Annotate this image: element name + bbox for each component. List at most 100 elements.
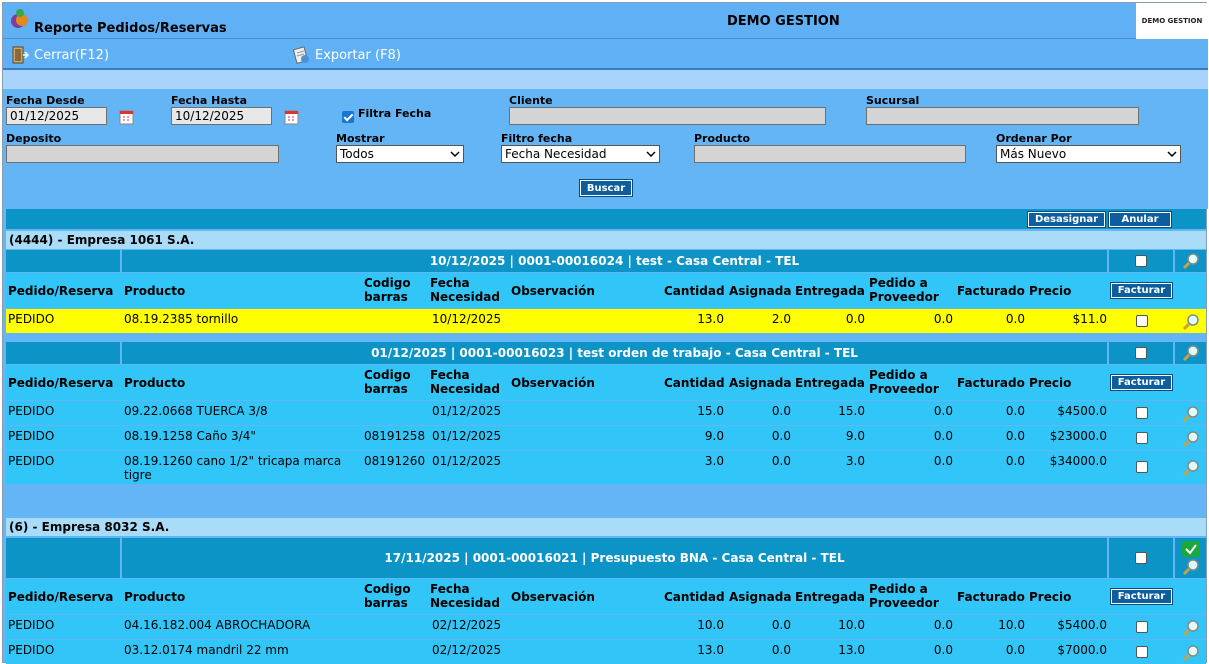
cell-pedido-proveedor: 0.0 — [933, 618, 953, 632]
table-row[interactable]: PEDIDO 08.19.1258 Caño 3/4" 08191258 01/… — [6, 426, 1206, 450]
export-button[interactable]: Exportar (F8) — [291, 45, 401, 65]
row-checkbox[interactable] — [1136, 461, 1148, 473]
magnifier-icon[interactable] — [1182, 313, 1200, 331]
filtra-fecha-label: Filtra Fecha — [358, 107, 432, 120]
facturar-button[interactable]: Facturar — [1110, 374, 1173, 391]
col-pp-l2: Proveedor — [869, 290, 939, 304]
cell-producto: 04.16.182.004 ABROCHADORA — [124, 618, 311, 632]
chevron-down-icon — [646, 151, 656, 158]
col-cantidad: Cantidad — [664, 376, 725, 390]
col-pedido: Pedido/Reserva — [8, 376, 114, 390]
desasignar-button[interactable]: Desasignar — [1027, 211, 1106, 228]
cliente-label: Cliente — [509, 94, 553, 107]
producto-label: Producto — [694, 132, 751, 145]
ordenar-select[interactable]: Más Nuevo — [996, 145, 1181, 163]
cell-pedido-proveedor: 0.0 — [933, 429, 953, 443]
cell-pedido-proveedor: 0.0 — [933, 312, 953, 326]
row-checkbox[interactable] — [1136, 432, 1148, 444]
col-entregada: Entregada — [795, 590, 865, 604]
check-approved-icon — [1181, 540, 1200, 557]
cell-asignada: 0.0 — [771, 429, 791, 443]
col-observacion: Observación — [511, 376, 595, 390]
order-checkbox[interactable] — [1135, 552, 1147, 564]
col-fecha: Fecha Necesidad — [430, 582, 500, 610]
col-precio: Precio — [1029, 376, 1072, 390]
chevron-down-icon — [450, 151, 460, 158]
col-fecha-l1: Fecha — [430, 276, 470, 290]
report-window: Reporte Pedidos/Reservas DEMO GESTION DE… — [2, 2, 1208, 664]
magnifier-icon[interactable] — [1182, 344, 1200, 362]
col-codigo: Codigo barras — [364, 368, 411, 396]
col-fecha-l1: Fecha — [430, 368, 470, 382]
col-pp-l2: Proveedor — [869, 382, 939, 396]
cell-facturado: 0.0 — [1005, 312, 1025, 326]
filtro-fecha-select[interactable]: Fecha Necesidad — [501, 145, 660, 163]
order-header: 01/12/2025 | 0001-00016023 | test orden … — [122, 342, 1107, 364]
cell-tipo: PEDIDO — [8, 312, 55, 326]
cliente-input[interactable] — [509, 107, 826, 125]
col-pp-l1: Pedido a — [869, 276, 928, 290]
fecha-desde-input[interactable]: 01/12/2025 — [6, 107, 107, 125]
deposito-input[interactable] — [6, 145, 279, 163]
col-producto: Producto — [124, 376, 186, 390]
sucursal-label: Sucursal — [866, 94, 920, 107]
col-fecha-l1: Fecha — [430, 582, 470, 596]
fecha-hasta-input[interactable]: 10/12/2025 — [171, 107, 272, 125]
row-checkbox[interactable] — [1136, 646, 1148, 658]
magnifier-icon[interactable] — [1182, 252, 1200, 270]
spacer — [6, 484, 1206, 518]
row-checkbox[interactable] — [1136, 315, 1148, 327]
order-header-spacer — [6, 342, 120, 364]
order-header: 10/12/2025 | 0001-00016024 | test - Casa… — [122, 250, 1107, 272]
order-checkbox[interactable] — [1135, 347, 1147, 359]
search-button[interactable]: Buscar — [579, 179, 633, 197]
magnifier-icon[interactable] — [1182, 558, 1200, 576]
cell-producto: 09.22.0668 TUERCA 3/8 — [124, 404, 268, 418]
table-row[interactable]: PEDIDO 08.19.1260 cano 1/2" tricapa marc… — [6, 451, 1206, 484]
mostrar-select[interactable]: Todos — [336, 145, 464, 163]
table-row[interactable]: PEDIDO 09.22.0668 TUERCA 3/8 01/12/2025 … — [6, 401, 1206, 425]
magnifier-icon[interactable] — [1182, 619, 1200, 637]
calendar-icon[interactable] — [117, 107, 137, 127]
table-row[interactable]: PEDIDO 03.12.0174 mandril 22 mm 02/12/20… — [6, 640, 1206, 664]
order-checkbox[interactable] — [1135, 255, 1147, 267]
filtra-fecha-checkbox[interactable] — [342, 111, 354, 123]
anular-button[interactable]: Anular — [1108, 211, 1172, 228]
col-fecha-l2: Necesidad — [430, 290, 500, 304]
order-view-cell — [1175, 342, 1206, 364]
cell-producto: 08.19.1260 cano 1/2" tricapa marca tigre — [124, 454, 341, 482]
cell-entregada: 9.0 — [845, 429, 865, 443]
company-group-header: (6) - Empresa 8032 S.A. — [6, 518, 1206, 536]
table-row[interactable]: PEDIDO 04.16.182.004 ABROCHADORA 02/12/2… — [6, 615, 1206, 639]
magnifier-icon[interactable] — [1182, 459, 1200, 477]
column-header-row: Pedido/Reserva Producto Codigo barras Fec… — [6, 365, 1206, 400]
app-logo-icon — [11, 9, 28, 28]
magnifier-icon[interactable] — [1182, 644, 1200, 662]
row-checkbox[interactable] — [1136, 621, 1148, 633]
col-precio: Precio — [1029, 284, 1072, 298]
cell-entregada: 3.0 — [845, 454, 865, 468]
facturar-button[interactable]: Facturar — [1110, 282, 1173, 299]
calendar-icon[interactable] — [282, 107, 302, 127]
door-exit-icon — [12, 46, 30, 64]
col-pedido-proveedor: Pedido a Proveedor — [869, 368, 939, 396]
producto-input[interactable] — [694, 145, 966, 163]
cell-cantidad: 15.0 — [697, 404, 724, 418]
magnifier-icon[interactable] — [1182, 405, 1200, 423]
close-button[interactable]: Cerrar(F12) — [10, 45, 109, 65]
facturar-button[interactable]: Facturar — [1110, 588, 1173, 605]
magnifier-icon[interactable] — [1182, 430, 1200, 448]
cell-precio: $34000.0 — [1049, 454, 1107, 468]
sucursal-input[interactable] — [866, 107, 1139, 125]
cell-cantidad: 3.0 — [704, 454, 724, 468]
col-observacion: Observación — [511, 590, 595, 604]
cell-asignada: 0.0 — [771, 404, 791, 418]
deposito-label: Deposito — [6, 132, 62, 145]
order-select-cell — [1109, 538, 1173, 578]
col-codigo-l1: Codigo — [364, 368, 411, 382]
col-entregada: Entregada — [795, 284, 865, 298]
row-checkbox[interactable] — [1136, 407, 1148, 419]
order-header-spacer — [6, 538, 120, 578]
table-row[interactable]: PEDIDO 08.19.2385 tornillo 10/12/2025 13… — [6, 309, 1206, 333]
filtro-fecha-value: Fecha Necesidad — [505, 147, 607, 161]
